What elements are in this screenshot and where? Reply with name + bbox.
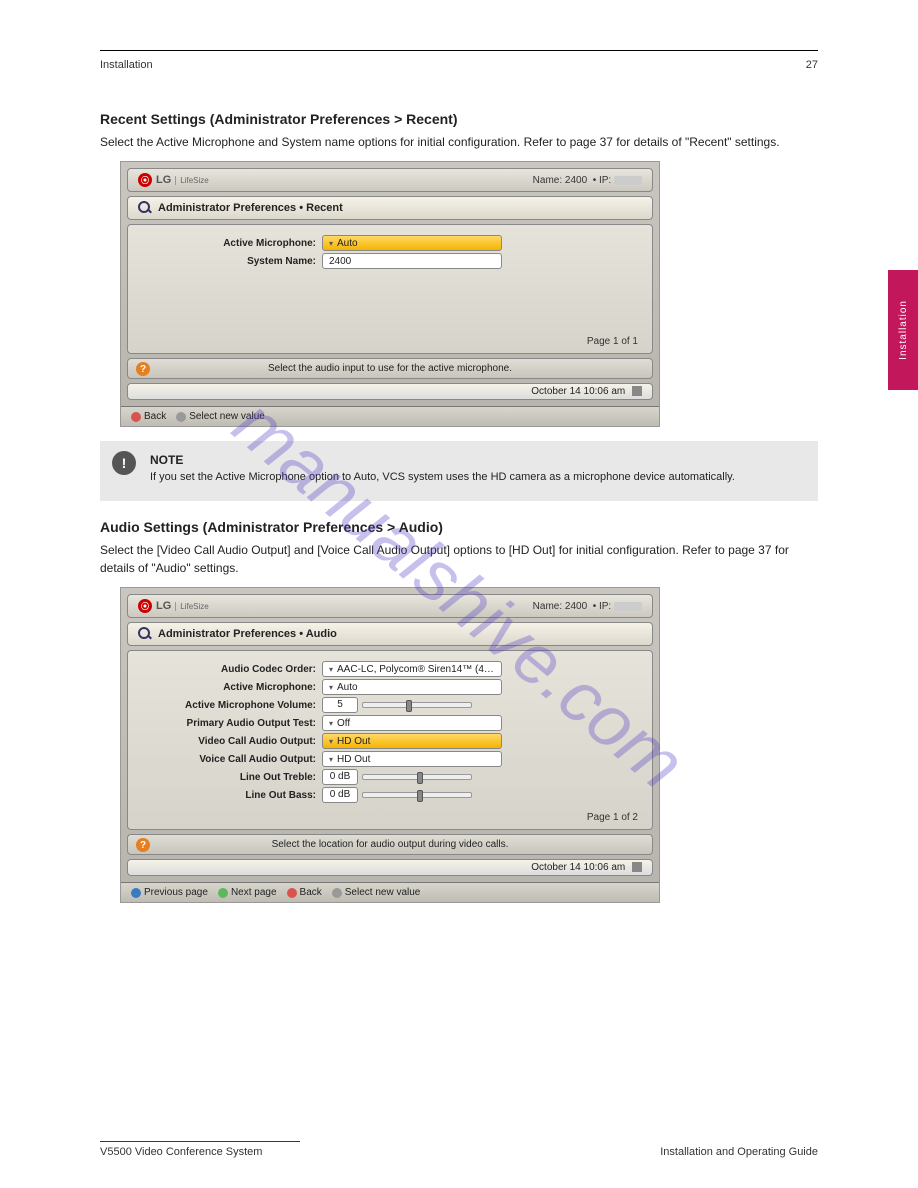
side-tab-label: Installation xyxy=(898,300,909,360)
mic-volume-label: Active Microphone Volume: xyxy=(142,700,322,711)
audio-test-dropdown[interactable]: ▾Off xyxy=(322,715,502,731)
treble-value: 0 dB xyxy=(322,769,358,785)
chevron-down-icon: ▾ xyxy=(329,719,333,728)
back-button-2[interactable]: Back xyxy=(287,887,322,898)
header-left: Installation xyxy=(100,59,153,71)
shot1-help-bar: ? Select the audio input to use for the … xyxy=(127,358,653,379)
section-audio-text: Select the [Video Call Audio Output] and… xyxy=(100,541,818,577)
chevron-down-icon: ▾ xyxy=(329,755,333,764)
chevron-down-icon: ▾ xyxy=(329,665,333,674)
shot2-help-text: Select the location for audio output dur… xyxy=(272,839,509,850)
shot2-status-bar: October 14 10:06 am xyxy=(127,859,653,876)
lifesize-label: LifeSize xyxy=(175,176,208,185)
shot2-page-indicator: Page 1 of 2 xyxy=(587,812,638,823)
shot1-ip-label: • IP: xyxy=(593,175,612,186)
video-out-label: Video Call Audio Output: xyxy=(142,736,322,747)
select-value-button[interactable]: Select new value xyxy=(176,411,265,422)
screenshot-recent: ⦿ LG LifeSize Name: 2400 • IP: xxx Admin… xyxy=(120,161,660,427)
shot1-help-text: Select the audio input to use for the ac… xyxy=(268,363,512,374)
back-icon xyxy=(131,412,141,422)
select-value-button-2[interactable]: Select new value xyxy=(332,887,421,898)
active-mic-label-2: Active Microphone: xyxy=(142,682,322,693)
codec-order-dropdown[interactable]: ▾AAC-LC, Polycom® Siren14™ (48 kb/s),... xyxy=(322,661,502,677)
mic-volume-value: 5 xyxy=(322,697,358,713)
active-mic-dropdown[interactable]: ▾Auto xyxy=(322,235,502,251)
shot1-status-bar: October 14 10:06 am xyxy=(127,383,653,400)
codec-order-label: Audio Codec Order: xyxy=(142,664,322,675)
system-name-label: System Name: xyxy=(142,256,322,267)
shot2-help-bar: ? Select the location for audio output d… xyxy=(127,834,653,855)
section-recent-text: Select the Active Microphone and System … xyxy=(100,133,818,151)
side-tab: Installation xyxy=(888,270,918,390)
note-icon: ! xyxy=(112,451,136,475)
lg-logo-text: LG xyxy=(156,174,171,186)
bass-slider[interactable] xyxy=(362,792,472,798)
lifesize-label: LifeSize xyxy=(175,602,208,611)
shot2-breadcrumb: Administrator Preferences • Audio xyxy=(127,622,653,646)
select-icon xyxy=(176,412,186,422)
shot2-ip-label: • IP: xyxy=(593,601,612,612)
footer-left: V5500 Video Conference System xyxy=(100,1146,262,1158)
audio-test-label: Primary Audio Output Test: xyxy=(142,718,322,729)
shot1-name: Name: 2400 xyxy=(533,175,587,186)
shot2-panel: Audio Codec Order: ▾AAC-LC, Polycom® Sir… xyxy=(127,650,653,830)
page-footer: V5500 Video Conference System Installati… xyxy=(100,1141,818,1158)
help-icon[interactable]: ? xyxy=(136,362,150,376)
screenshot-audio: ⦿ LG LifeSize Name: 2400 • IP: xxx Admin… xyxy=(120,587,660,903)
note-title: NOTE xyxy=(150,453,804,467)
select-icon xyxy=(332,888,342,898)
slider-thumb[interactable] xyxy=(406,700,412,712)
lg-logo-icon: ⦿ xyxy=(138,599,152,613)
footer-right: Installation and Operating Guide xyxy=(660,1146,818,1158)
section-recent-title: Recent Settings (Administrator Preferenc… xyxy=(100,111,818,127)
voice-out-label: Voice Call Audio Output: xyxy=(142,754,322,765)
shot2-name: Name: 2400 xyxy=(533,601,587,612)
voice-out-dropdown[interactable]: ▾HD Out xyxy=(322,751,502,767)
shot1-topbar: ⦿ LG LifeSize Name: 2400 • IP: xxx xyxy=(127,168,653,192)
magnifier-icon xyxy=(138,201,152,215)
shot1-footer: Back Select new value xyxy=(121,406,659,426)
bass-label: Line Out Bass: xyxy=(142,790,322,801)
treble-slider[interactable] xyxy=(362,774,472,780)
active-mic-dropdown-2[interactable]: ▾Auto xyxy=(322,679,502,695)
lg-logo-text: LG xyxy=(156,600,171,612)
section-audio-title: Audio Settings (Administrator Preference… xyxy=(100,519,818,535)
bass-value: 0 dB xyxy=(322,787,358,803)
active-mic-label: Active Microphone: xyxy=(142,238,322,249)
back-icon xyxy=(287,888,297,898)
shot1-page-indicator: Page 1 of 1 xyxy=(587,336,638,347)
mic-volume-slider[interactable] xyxy=(362,702,472,708)
next-icon xyxy=(218,888,228,898)
shot2-topbar: ⦿ LG LifeSize Name: 2400 • IP: xxx xyxy=(127,594,653,618)
header-right: 27 xyxy=(806,59,818,71)
network-icon xyxy=(632,862,642,872)
shot2-footer: Previous page Next page Back Select new … xyxy=(121,882,659,902)
magnifier-icon xyxy=(138,627,152,641)
chevron-down-icon: ▾ xyxy=(329,737,333,746)
treble-label: Line Out Treble: xyxy=(142,772,322,783)
slider-thumb[interactable] xyxy=(417,772,423,784)
chevron-down-icon: ▾ xyxy=(329,683,333,692)
top-rule xyxy=(100,50,818,51)
prev-page-button[interactable]: Previous page xyxy=(131,887,208,898)
lg-logo-icon: ⦿ xyxy=(138,173,152,187)
next-page-button[interactable]: Next page xyxy=(218,887,277,898)
page-header: Installation 27 xyxy=(100,59,818,71)
help-icon[interactable]: ? xyxy=(136,838,150,852)
shot1-breadcrumb: Administrator Preferences • Recent xyxy=(127,196,653,220)
shot1-panel: Active Microphone: ▾Auto System Name: 24… xyxy=(127,224,653,354)
shot1-ip-blur: xxx xyxy=(614,176,642,185)
network-icon xyxy=(632,386,642,396)
system-name-field[interactable]: 2400 xyxy=(322,253,502,269)
chevron-down-icon: ▾ xyxy=(329,239,333,248)
video-out-dropdown[interactable]: ▾HD Out xyxy=(322,733,502,749)
shot2-ip-blur: xxx xyxy=(614,602,642,611)
note-box: ! NOTE If you set the Active Microphone … xyxy=(100,441,818,501)
note-body: If you set the Active Microphone option … xyxy=(150,471,735,483)
slider-thumb[interactable] xyxy=(417,790,423,802)
prev-icon xyxy=(131,888,141,898)
back-button[interactable]: Back xyxy=(131,411,166,422)
